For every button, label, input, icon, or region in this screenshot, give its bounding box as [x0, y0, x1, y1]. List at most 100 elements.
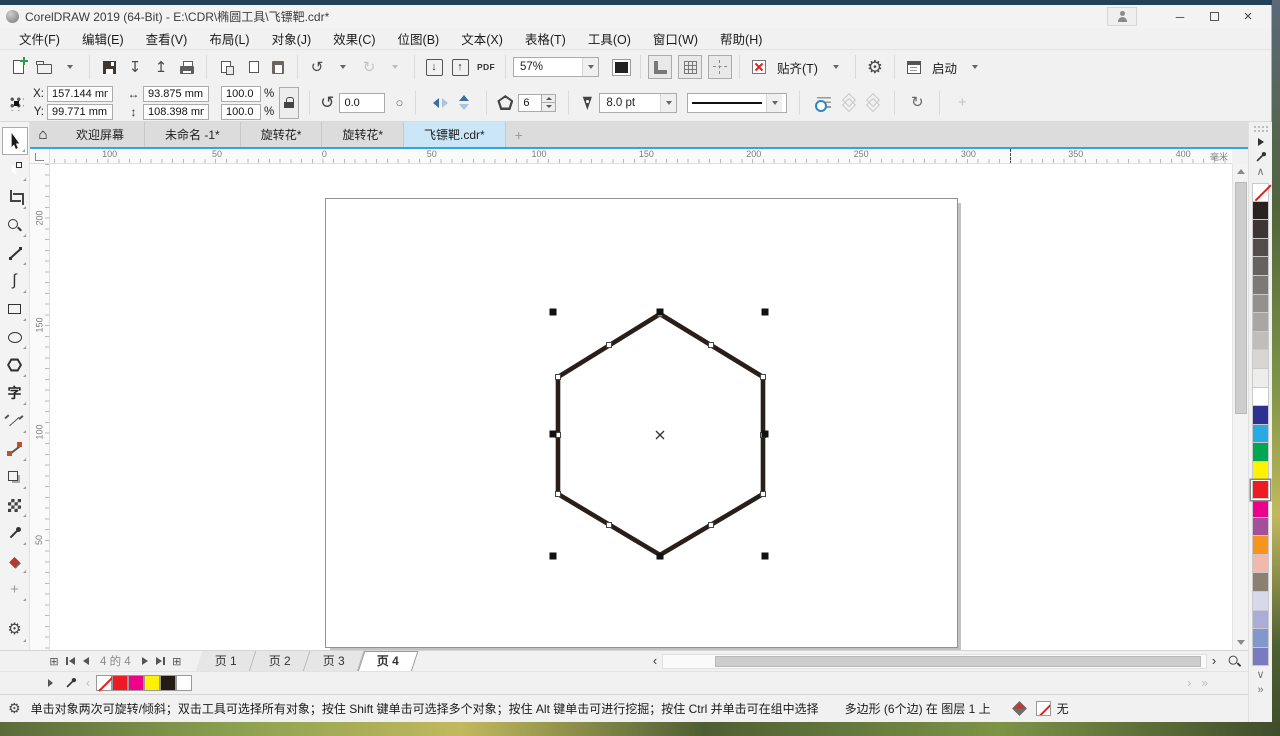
- mirror-vertical-button[interactable]: [452, 90, 476, 116]
- polygon-node[interactable]: [556, 375, 561, 380]
- status-gear-icon[interactable]: ⚙: [8, 700, 21, 717]
- launch-button[interactable]: 启动: [932, 58, 957, 77]
- rotation-angle-input[interactable]: [339, 93, 385, 113]
- launch-dropdown[interactable]: [963, 54, 987, 80]
- object-height-input[interactable]: [143, 104, 209, 120]
- undo-button[interactable]: ↺: [305, 54, 329, 80]
- horizontal-scrollbar[interactable]: ‹ ›: [648, 651, 1248, 671]
- polygon-tool[interactable]: [2, 351, 28, 379]
- minimize-button[interactable]: ─: [1163, 7, 1197, 26]
- snap-menu-button[interactable]: 贴齐(T): [777, 58, 818, 77]
- outline-width-dropdown[interactable]: [660, 94, 676, 112]
- drop-shadow-tool[interactable]: [2, 463, 28, 491]
- polygon-node[interactable]: [607, 523, 612, 528]
- new-document-tab-button[interactable]: +: [506, 122, 532, 147]
- line-style-select[interactable]: [687, 93, 787, 113]
- selection-handle[interactable]: [550, 431, 557, 438]
- menu-item[interactable]: 位图(B): [387, 26, 451, 51]
- color-swatch[interactable]: [1252, 313, 1269, 332]
- color-swatch[interactable]: [1252, 202, 1269, 221]
- zoom-level-select[interactable]: 57%: [513, 57, 599, 77]
- add-property-button[interactable]: +: [950, 90, 974, 116]
- open-dropdown[interactable]: [58, 54, 82, 80]
- open-from-cloud-button[interactable]: ↧: [123, 54, 147, 80]
- to-front-button[interactable]: [836, 90, 860, 116]
- document-color-swatch[interactable]: [160, 675, 176, 691]
- menu-item[interactable]: 文本(X): [450, 26, 514, 51]
- polygon-node[interactable]: [556, 492, 561, 497]
- rectangle-tool[interactable]: [2, 295, 28, 323]
- color-swatch[interactable]: [1252, 220, 1269, 239]
- document-palette-scroll-left[interactable]: ‹: [86, 676, 90, 690]
- color-swatch[interactable]: [1252, 332, 1269, 351]
- color-swatch[interactable]: [1252, 573, 1269, 592]
- object-width-input[interactable]: [143, 86, 209, 102]
- undo-dropdown[interactable]: [331, 54, 355, 80]
- welcome-home-button[interactable]: ⌂: [30, 122, 56, 147]
- x-position-input[interactable]: [47, 86, 113, 102]
- color-swatch[interactable]: [1252, 555, 1269, 574]
- selection-handle[interactable]: [657, 553, 664, 560]
- selection-handle[interactable]: [762, 553, 769, 560]
- palette-grip[interactable]: [1253, 125, 1269, 132]
- parallel-dimension-tool[interactable]: [2, 407, 28, 435]
- snap-off-button[interactable]: [747, 54, 771, 80]
- scroll-up-button[interactable]: [1233, 164, 1249, 179]
- ruler-origin-corner[interactable]: [30, 149, 50, 164]
- polygon-node[interactable]: [761, 492, 766, 497]
- text-tool[interactable]: 字: [2, 379, 28, 407]
- selection-handle[interactable]: [762, 309, 769, 316]
- show-rulers-toggle[interactable]: [648, 55, 672, 79]
- redo-button[interactable]: ↻: [357, 54, 381, 80]
- color-swatch[interactable]: [1252, 462, 1269, 481]
- color-swatch[interactable]: [1252, 443, 1269, 462]
- selection-handle[interactable]: [762, 431, 769, 438]
- polygon-node[interactable]: [607, 343, 612, 348]
- color-swatch[interactable]: [1252, 257, 1269, 276]
- freehand-tool[interactable]: [2, 239, 28, 267]
- previous-page-button[interactable]: [78, 652, 94, 670]
- options-button[interactable]: ⚙: [863, 54, 887, 80]
- polygon-sides-input[interactable]: [518, 94, 542, 112]
- scroll-down-button[interactable]: [1233, 635, 1249, 650]
- account-button[interactable]: [1107, 7, 1137, 26]
- color-swatch[interactable]: [1252, 499, 1269, 518]
- scroll-right-button[interactable]: ›: [1207, 652, 1221, 670]
- customize-toolbox-button[interactable]: ⚙: [2, 616, 28, 644]
- color-swatch[interactable]: [1252, 481, 1269, 500]
- paste-button[interactable]: [266, 54, 290, 80]
- page-tab[interactable]: 页 2: [253, 651, 307, 672]
- selection-handle[interactable]: [550, 309, 557, 316]
- outline-width-select[interactable]: 8.0 pt: [599, 93, 677, 113]
- document-color-swatch[interactable]: [144, 675, 160, 691]
- open-button[interactable]: [32, 54, 56, 80]
- menu-item[interactable]: 效果(C): [322, 26, 386, 51]
- document-tab[interactable]: 旋转花*: [241, 122, 323, 147]
- first-page-button[interactable]: [62, 652, 78, 670]
- page-tab[interactable]: 页 4: [361, 651, 415, 672]
- color-swatch[interactable]: [1252, 183, 1269, 202]
- maximize-button[interactable]: [1197, 7, 1231, 26]
- document-tab[interactable]: 欢迎屏幕: [56, 122, 145, 147]
- color-swatch[interactable]: [1252, 406, 1269, 425]
- interactive-fill-tool[interactable]: ◆: [2, 547, 28, 575]
- polygon-node[interactable]: [709, 523, 714, 528]
- color-swatch[interactable]: [1252, 350, 1269, 369]
- document-tab[interactable]: 未命名 -1*: [145, 122, 241, 147]
- scale-h-input[interactable]: [221, 86, 261, 102]
- vertical-ruler[interactable]: 20015010050: [30, 164, 50, 650]
- document-color-swatch[interactable]: [128, 675, 144, 691]
- line-style-dropdown[interactable]: [766, 94, 782, 112]
- horizontal-scroll-track[interactable]: [662, 654, 1207, 669]
- cut-button[interactable]: [214, 54, 238, 80]
- selection-handle[interactable]: [550, 553, 557, 560]
- menu-item[interactable]: 对象(J): [261, 26, 323, 51]
- vertical-scroll-thumb[interactable]: [1235, 182, 1247, 414]
- palette-expand-button[interactable]: »: [1257, 685, 1263, 696]
- full-screen-preview-button[interactable]: [609, 54, 633, 80]
- color-swatch[interactable]: [1252, 536, 1269, 555]
- show-grid-toggle[interactable]: [678, 55, 702, 79]
- to-back-button[interactable]: [860, 90, 884, 116]
- zoom-corner-icon[interactable]: [1228, 654, 1242, 668]
- last-page-button[interactable]: [153, 652, 169, 670]
